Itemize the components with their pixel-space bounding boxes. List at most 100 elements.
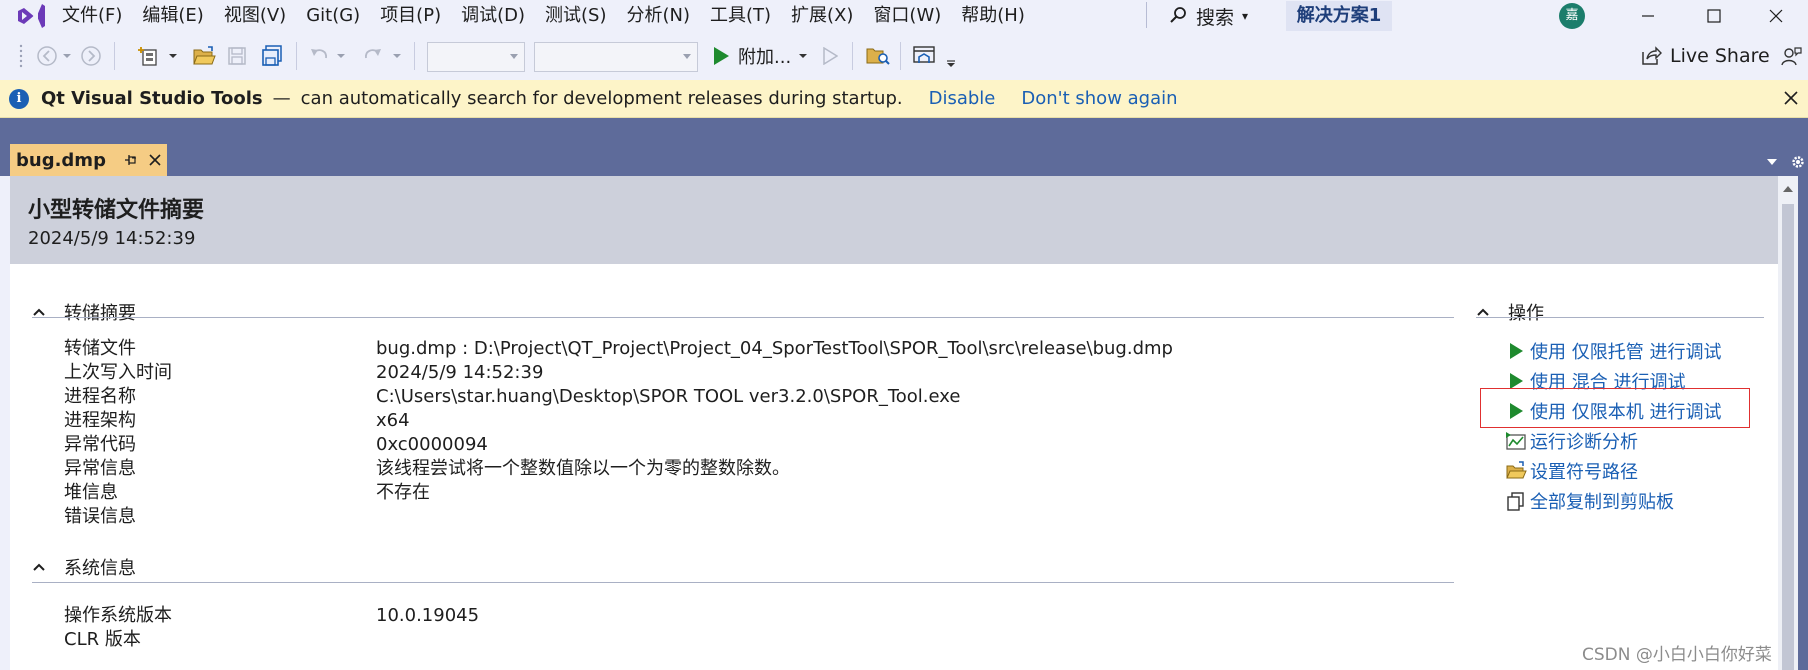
find-in-files-button[interactable] [864, 42, 892, 70]
avatar[interactable]: 嘉 [1559, 3, 1585, 29]
save-all-button[interactable] [258, 42, 286, 70]
redo-button[interactable] [360, 42, 386, 70]
save-button[interactable] [224, 42, 250, 70]
info-bar-message: can automatically search for development… [300, 88, 903, 109]
system-info-heading: 系统信息 [64, 558, 136, 579]
chevron-down-icon [798, 53, 808, 59]
table-row: 错误信息 [64, 505, 1173, 529]
solution-platform-select[interactable] [534, 42, 698, 72]
new-project-icon [138, 44, 162, 68]
chevron-up-icon [1476, 307, 1496, 317]
solution-configuration-select[interactable] [427, 42, 525, 72]
new-project-button[interactable] [136, 42, 164, 70]
attach-debugger-button[interactable]: 附加... [712, 42, 791, 70]
back-arrow-icon [36, 45, 58, 67]
menu-separator [1146, 2, 1147, 28]
title-bar: 文件(F) 编辑(E) 视图(V) Git(G) 项目(P) 调试(D) 测试(… [0, 0, 1808, 32]
attach-dropdown-button[interactable] [796, 42, 810, 70]
menu-help[interactable]: 帮助(H) [951, 0, 1035, 32]
menu-tools[interactable]: 工具(T) [700, 0, 781, 32]
table-row: 进程名称 C:\Users\star.huang\Desktop\SPOR TOO… [64, 385, 1173, 409]
info-bar-title: Qt Visual Studio Tools [41, 88, 263, 109]
scroll-up-arrow-icon[interactable] [1783, 186, 1793, 192]
action-label: 设置符号路径 [1530, 462, 1638, 483]
row-value: 2024/5/9 14:52:39 [376, 362, 544, 383]
annotation-highlight-box [1480, 388, 1750, 428]
copy-all-to-clipboard-link[interactable]: 全部复制到剪贴板 [1504, 486, 1721, 516]
attach-label: 附加... [738, 47, 792, 68]
section-divider [1476, 317, 1764, 318]
start-without-debugging-button[interactable] [818, 42, 842, 70]
scrollbar-thumb[interactable] [1782, 204, 1794, 670]
tab-settings-button[interactable] [1790, 154, 1806, 170]
menu-extensions[interactable]: 扩展(X) [781, 0, 863, 32]
dump-summary-table: 转储文件 bug.dmp : D:\Project\QT_Project\Proj… [64, 337, 1173, 529]
search-label: 搜索 [1196, 6, 1235, 29]
menu-analyze[interactable]: 分析(N) [616, 0, 700, 32]
disable-link[interactable]: Disable [929, 88, 996, 109]
dont-show-again-link[interactable]: Don't show again [1021, 88, 1177, 109]
action-label: 运行诊断分析 [1530, 432, 1638, 453]
gear-icon [1790, 154, 1806, 170]
undo-dropdown-button[interactable] [334, 42, 348, 70]
dump-summary-section-toggle[interactable]: 转储摘要 [32, 297, 136, 327]
open-file-button[interactable] [190, 42, 218, 70]
toolbar-overflow-button[interactable] [944, 50, 958, 78]
menu-project[interactable]: 项目(P) [370, 0, 451, 32]
window-layout-button[interactable] [910, 42, 938, 70]
search-box[interactable]: 搜索 ▾ [1168, 0, 1248, 32]
menu-view[interactable]: 视图(V) [214, 0, 296, 32]
maximize-icon [1706, 8, 1722, 24]
set-symbol-path-link[interactable]: 设置符号路径 [1504, 456, 1721, 486]
actions-section-toggle[interactable]: 操作 [1476, 297, 1544, 327]
menu-window[interactable]: 窗口(W) [863, 0, 951, 32]
row-key: 堆信息 [64, 482, 118, 503]
action-label: 使用 仅限托管 进行调试 [1530, 342, 1722, 363]
menu-edit[interactable]: 编辑(E) [132, 0, 213, 32]
menu-debug[interactable]: 调试(D) [451, 0, 535, 32]
chevron-down-icon [168, 53, 178, 59]
new-project-dropdown-button[interactable] [166, 42, 180, 70]
section-divider [32, 317, 1454, 318]
debug-managed-only-link[interactable]: 使用 仅限托管 进行调试 [1504, 336, 1721, 366]
menu-test[interactable]: 测试(S) [535, 0, 616, 32]
run-diagnostics-link[interactable]: 运行诊断分析 [1504, 426, 1721, 456]
chevron-down-icon [392, 53, 402, 59]
visual-studio-logo-icon[interactable] [14, 2, 48, 30]
back-dropdown-button[interactable] [60, 42, 74, 70]
play-icon [1504, 341, 1528, 361]
table-row: CLR 版本 [64, 628, 479, 652]
navigate-forward-button[interactable] [78, 42, 104, 70]
vertical-scrollbar[interactable] [1778, 176, 1798, 670]
folder-open-icon [192, 45, 216, 67]
menu-bar: 文件(F) 编辑(E) 视图(V) Git(G) 项目(P) 调试(D) 测试(… [52, 0, 1035, 32]
row-value: bug.dmp : D:\Project\QT_Project\Project_… [376, 338, 1173, 359]
close-tab-icon[interactable] [148, 153, 162, 167]
redo-dropdown-button[interactable] [390, 42, 404, 70]
pin-tab-icon[interactable] [124, 153, 138, 167]
save-all-icon [261, 45, 283, 67]
close-window-button[interactable] [1746, 0, 1806, 32]
live-share-button[interactable]: Live Share [1640, 42, 1770, 70]
chevron-down-icon [336, 53, 346, 59]
tab-bug-dmp[interactable]: bug.dmp [10, 144, 167, 176]
undo-button[interactable] [306, 42, 332, 70]
row-value: 10.0.19045 [376, 605, 480, 626]
minimize-button[interactable] [1618, 0, 1678, 32]
row-value: 0xc0000094 [376, 434, 488, 455]
maximize-button[interactable] [1684, 0, 1744, 32]
menu-git[interactable]: Git(G) [296, 0, 370, 32]
tab-list-dropdown-button[interactable] [1766, 158, 1778, 166]
system-info-section-toggle[interactable]: 系统信息 [32, 552, 136, 582]
chevron-up-icon [32, 307, 52, 317]
standard-toolbar: 附加... Live Share [0, 32, 1808, 80]
menu-file[interactable]: 文件(F) [52, 0, 132, 32]
row-key: 转储文件 [64, 338, 136, 359]
navigate-back-button[interactable] [34, 42, 60, 70]
row-key: 进程名称 [64, 386, 136, 407]
info-bar-close-button[interactable] [1782, 89, 1800, 107]
feedback-button[interactable] [1778, 42, 1804, 70]
actions-heading: 操作 [1508, 303, 1544, 324]
toolbar-grip-icon[interactable] [16, 42, 26, 70]
table-row: 转储文件 bug.dmp : D:\Project\QT_Project\Proj… [64, 337, 1173, 361]
